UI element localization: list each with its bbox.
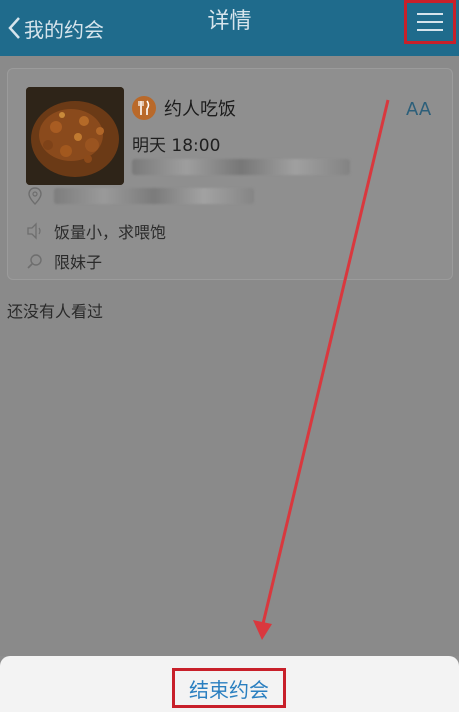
description-row: 饭量小，求喂饱: [26, 219, 166, 243]
search-icon: [27, 254, 42, 269]
location-pin-icon: [28, 187, 42, 205]
category-label: 约人吃饭: [164, 99, 236, 120]
top-bar: 我的约会 详情: [0, 0, 459, 56]
restriction-text: 限妹子: [54, 253, 103, 272]
page-title: 详情: [207, 9, 252, 34]
fork-knife-icon: [132, 96, 156, 120]
event-card: 约人吃饭 AA 明天 18:00 饭量小，求喂饱 限妹子: [7, 68, 453, 280]
blurred-venue: [132, 159, 350, 175]
event-time: 明天 18:00: [132, 136, 221, 156]
speaker-icon: [27, 222, 41, 240]
description-text: 饭量小，求喂饱: [54, 223, 167, 242]
views-status: 还没有人看过: [7, 302, 104, 321]
action-sheet: 结束约会: [0, 656, 459, 712]
content-area: 约人吃饭 AA 明天 18:00 饭量小，求喂饱 限妹子 还没有人看过: [0, 56, 459, 656]
font-size-button[interactable]: AA: [406, 99, 431, 120]
hamburger-menu-icon: [417, 13, 443, 31]
menu-button[interactable]: [404, 0, 456, 44]
restriction-row: 限妹子: [26, 249, 102, 273]
food-image: [26, 87, 124, 185]
address-row[interactable]: [26, 187, 254, 205]
end-appointment-button[interactable]: 结束约会: [172, 668, 286, 708]
blurred-address: [54, 188, 254, 204]
category-row: 约人吃饭: [132, 95, 236, 121]
event-photo[interactable]: [26, 87, 124, 185]
